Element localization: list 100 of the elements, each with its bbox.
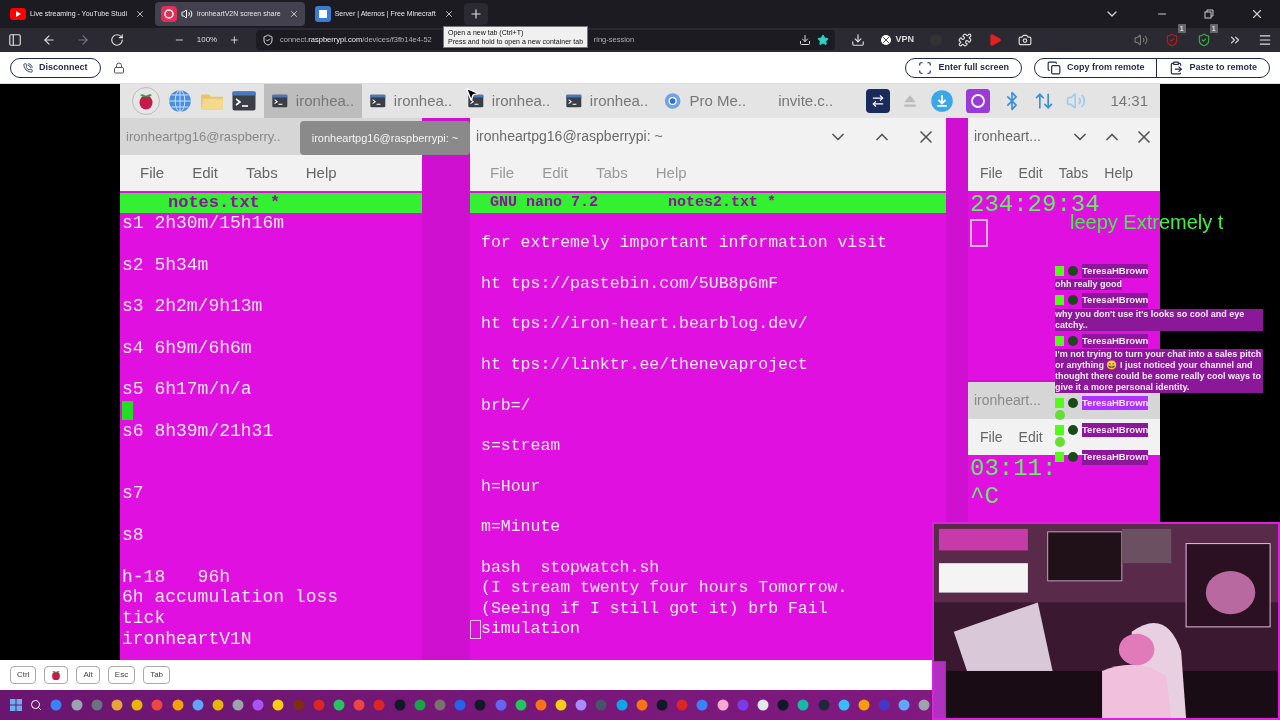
bookmark-star-icon[interactable] [817,34,830,46]
app-icon[interactable] [555,699,568,711]
app-icon[interactable] [837,699,850,711]
zoom-level[interactable]: 100% [196,34,218,46]
app-icon[interactable] [615,699,628,711]
app-icon[interactable] [70,699,83,711]
menu-item[interactable]: Help [305,161,337,185]
download-icon[interactable] [799,34,812,46]
camera-icon[interactable] [1018,33,1032,47]
app-icon[interactable] [333,699,345,711]
app-icon[interactable] [211,699,224,711]
taskbar-item[interactable]: ironhea.. [362,84,461,118]
terminal-line: s7 [122,483,144,504]
terminal-line: 6h accumulation loss [122,587,339,608]
app-icon[interactable] [171,699,184,711]
back-icon[interactable] [42,33,56,47]
key-button[interactable]: Ctrl [10,666,37,684]
terminal-line: (Seeing if I still got it) brb Fail [481,598,828,618]
terminal-line: s1 2h30m/15h16m [122,213,285,233]
app-icon[interactable] [232,699,245,711]
download-icon[interactable] [851,33,866,47]
menu-item[interactable]: File [980,426,1003,448]
close-icon[interactable] [135,9,146,19]
terminal-line: ht tps://iron-heart.bearblog.dev/ [481,314,808,334]
app-icon[interactable] [797,699,810,711]
zoom-in-icon[interactable] [229,34,240,46]
terminal-line: simulation [481,618,581,640]
platform-icon [1055,425,1064,436]
overflow-icon[interactable] [1228,33,1242,47]
raspberry-key-button[interactable] [44,666,69,684]
close-icon[interactable] [288,9,299,19]
speaker-icon[interactable] [1134,33,1148,47]
app-icon[interactable] [966,89,991,113]
app-icon[interactable] [918,699,931,711]
task-label: ironhea.. [589,90,649,111]
play-icon[interactable] [988,33,1002,47]
app-icon[interactable] [272,699,285,711]
reload-icon[interactable] [110,33,124,47]
terminal-line: tick [122,608,166,629]
menu-item[interactable]: Edit [192,161,219,185]
app-icon[interactable] [716,699,729,711]
clipboard-button[interactable]: Copy from remote [1034,58,1157,77]
app-icon[interactable] [514,699,527,711]
file-name: notes2.txt * [668,192,777,213]
task-label: invite.c.. [778,90,834,111]
menu-item[interactable]: Help [1104,162,1134,184]
menu-item[interactable]: File [140,161,165,185]
key-button[interactable]: Tab [143,666,171,684]
app-icon[interactable] [191,699,204,711]
menu-item[interactable]: Edit [1018,162,1043,184]
chat-username: TeresaHBrown [1082,450,1149,465]
sidebar-icon[interactable] [8,33,22,47]
terminal-line: s=stream [481,436,561,456]
new-tab-button[interactable] [463,3,488,25]
taskbar-item[interactable]: Pro Me.. [656,84,755,118]
clipboard-button[interactable]: Paste to remote [1156,58,1269,77]
app-icon[interactable] [413,699,426,711]
task-label: ironhea.. [491,90,551,111]
shield-icon[interactable] [1165,33,1179,47]
app-icon[interactable] [534,699,547,711]
network-icon[interactable] [1034,91,1055,111]
count-badge: 1 [1209,24,1218,33]
window-title: ironheartpg16@raspberry.. [126,127,281,146]
menu-icon[interactable] [1258,33,1272,47]
windows-logo-icon[interactable] [10,699,22,711]
chat-username: TeresaHBrown [1082,264,1149,279]
key-button[interactable]: Alt [76,666,100,684]
vpn-button[interactable]: VPN [881,33,914,47]
app-icon[interactable] [756,699,769,711]
menu-item[interactable]: Tabs [246,161,278,185]
taskbar-item[interactable]: invite.c.. [770,84,859,118]
puzzle-icon[interactable] [958,33,972,47]
app-icon[interactable] [635,699,648,711]
terminal-line: (I stream twenty four hours Tomorrow. [481,578,848,598]
paste-icon [1169,60,1184,75]
close-icon[interactable] [1250,7,1264,21]
close-icon[interactable] [443,9,454,19]
app-icon[interactable] [110,699,123,711]
menu-item[interactable]: Tabs [1058,162,1089,184]
terminal-line: s6 8h39m/21h31 [122,420,274,441]
shield-icon[interactable] [1197,33,1211,47]
key-button[interactable]: Esc [107,666,136,684]
clock[interactable]: 14:31 [1110,89,1148,113]
search-icon[interactable] [30,699,43,711]
app-icon[interactable] [898,699,911,711]
remote-control-icon[interactable] [866,89,891,113]
globe-icon[interactable] [168,89,192,113]
app-icon[interactable] [857,699,870,711]
platform-icon [1055,295,1064,306]
restore-icon[interactable] [1204,9,1214,19]
terminal-line: ht tps://pastebin.com/5UB8p6mF [481,273,779,293]
menu-item[interactable]: File [980,162,1003,184]
app-icon[interactable] [575,699,588,711]
raspberry-menu-button[interactable] [132,87,160,115]
download-circle-icon[interactable] [930,89,955,113]
menu-item[interactable]: Edit [1018,426,1043,448]
forward-icon[interactable] [76,33,90,47]
shield-icon [262,34,274,46]
app-icon[interactable] [131,699,144,711]
taskbar-item[interactable]: ironhea.. [558,84,657,118]
